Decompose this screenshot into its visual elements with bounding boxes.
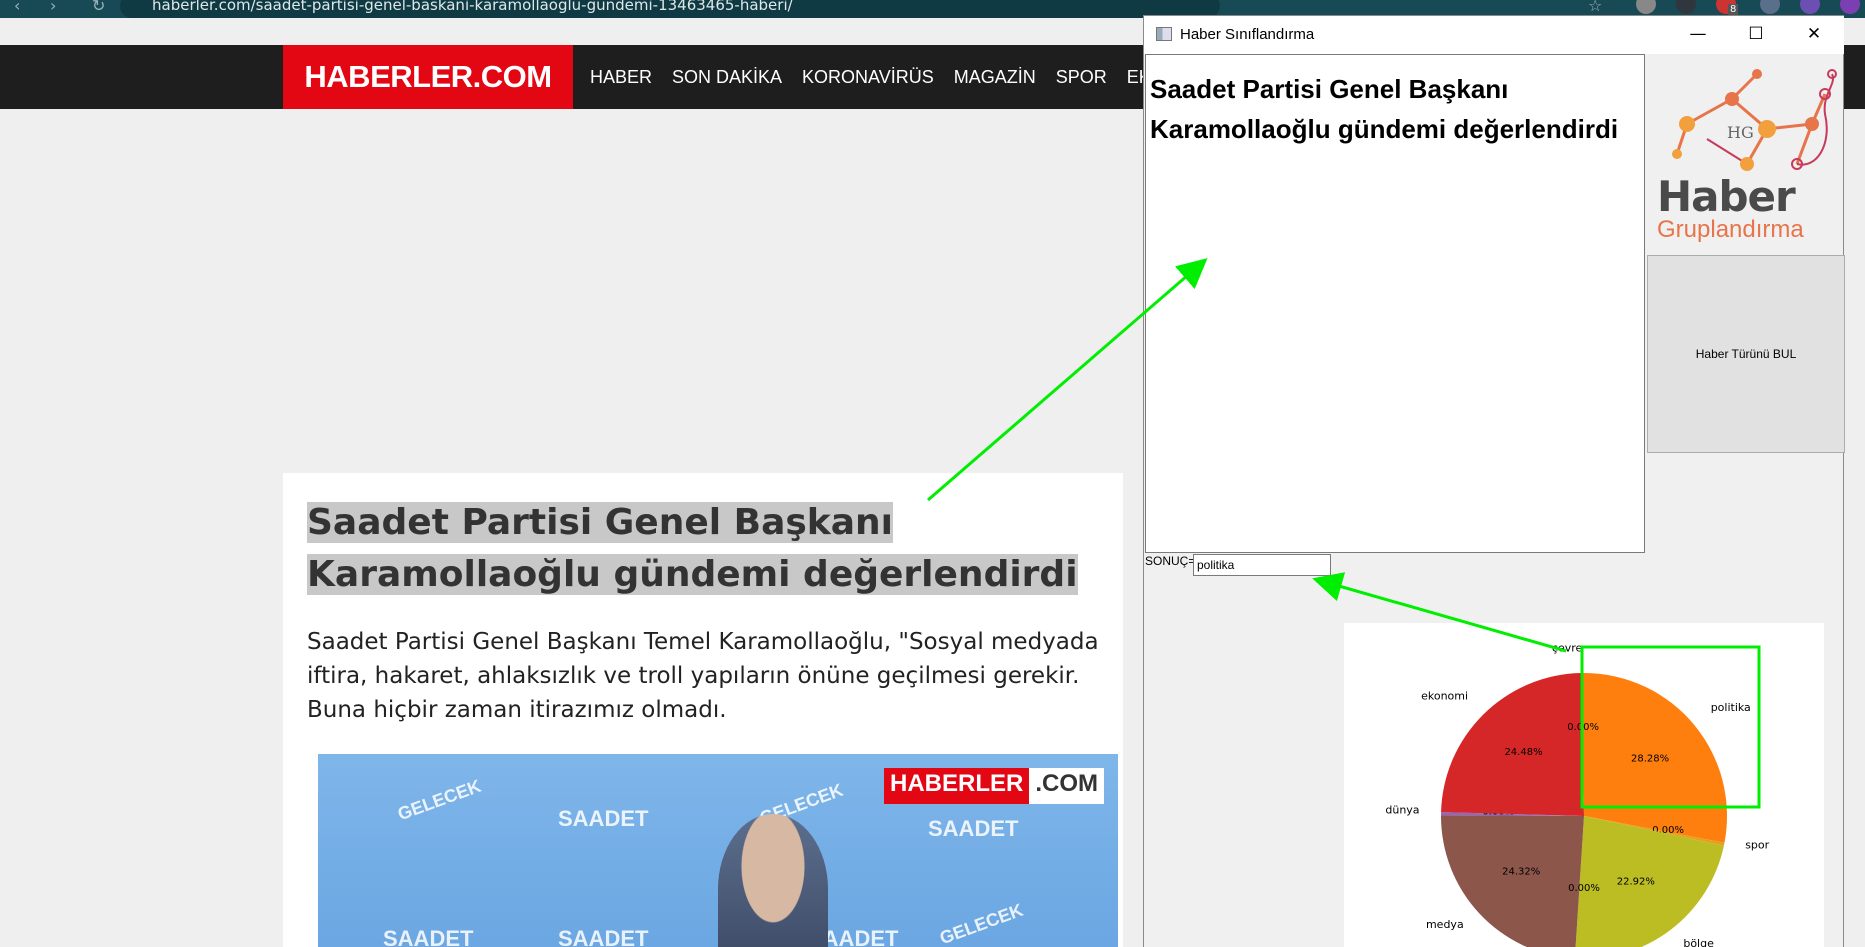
pie-percent-extra: 0.00% — [1568, 883, 1600, 894]
maximize-button[interactable]: ☐ — [1727, 16, 1785, 54]
pie-label-dünya: dünya — [1385, 803, 1419, 816]
pie-label-spor: spor — [1745, 838, 1769, 851]
address-bar[interactable]: haberler.com/saadet-partisi-genel-baskan… — [120, 0, 1220, 18]
forward-icon[interactable]: › — [50, 0, 56, 15]
headline-line-2: Karamollaoğlu gündemi değerlendirdi — [307, 554, 1078, 595]
menu-item-koronavirus[interactable]: KORONAVİRÜS — [802, 67, 934, 88]
photo-logo-white: .COM — [1029, 768, 1104, 804]
pie-chart-svg: politika 28.28% spor 0.00% bölge 22.92% medya 2… — [1385, 642, 1770, 947]
menu-item-magazin[interactable]: MAGAZİN — [954, 67, 1036, 88]
article-photo[interactable]: GELECEK SAADET GELECEK SAADET GELECEK SA… — [318, 754, 1118, 947]
profile-avatar[interactable] — [1840, 0, 1860, 14]
pie-label-medya: medya — [1426, 918, 1464, 931]
reload-icon[interactable]: ↻ — [92, 0, 105, 15]
brand-logo: HG Haber Gruplandırma — [1647, 54, 1843, 266]
sync-icon[interactable] — [1800, 0, 1820, 14]
result-field[interactable] — [1193, 554, 1331, 576]
puzzle-icon[interactable] — [1760, 0, 1780, 14]
article-summary: Saadet Partisi Genel Başkanı Temel Karam… — [307, 629, 1099, 723]
photo-watermark: SAADET — [928, 816, 1019, 841]
photo-watermark: SAADET — [558, 806, 649, 831]
pie-label-ekonomi: ekonomi — [1421, 689, 1468, 702]
photo-logo-red: HABERLER — [883, 768, 1030, 804]
extension-icon[interactable] — [1636, 0, 1656, 14]
notification-count: 8 — [1728, 4, 1739, 15]
back-icon[interactable]: ‹ — [14, 0, 20, 15]
headline-line-1: Saadet Partisi Genel Başkanı — [307, 502, 894, 543]
news-text-content: Saadet Partisi Genel Başkanı Karamollaoğ… — [1150, 74, 1619, 144]
menu-item-son-dakika[interactable]: SON DAKİKA — [672, 67, 782, 88]
news-text-area[interactable]: Saadet Partisi Genel Başkanı Karamollaoğ… — [1145, 54, 1645, 553]
site-logo[interactable]: HABERLER.COM — [283, 45, 573, 109]
menu-item-haber[interactable]: HABER — [590, 67, 652, 88]
article-headline: Saadet Partisi Genel Başkanı Karamollaoğ… — [307, 497, 1117, 601]
close-button[interactable]: ✕ — [1785, 16, 1843, 54]
pie-percent-medya: 24.32% — [1502, 866, 1540, 877]
photo-logo: HABERLER .COM — [883, 768, 1104, 804]
pie-percent-bölge: 22.92% — [1617, 876, 1655, 887]
extension-icon[interactable] — [1676, 0, 1696, 14]
photo-watermark: SAADET — [558, 926, 649, 947]
pie-label-politika: politika — [1711, 701, 1751, 714]
bookmark-star-icon[interactable]: ☆ — [1588, 0, 1602, 15]
speaker-figure — [718, 814, 828, 947]
pie-percent-ekonomi: 24.48% — [1504, 747, 1542, 758]
photo-watermark: GELECEK — [395, 775, 484, 825]
site-menu: HABER SON DAKİKA KORONAVİRÜS MAGAZİN SPO… — [590, 45, 1171, 109]
pie-label-çevre: çevre — [1552, 642, 1583, 655]
find-news-type-button[interactable]: Haber Türünü BUL — [1647, 255, 1845, 453]
pie-label-bölge: bölge — [1683, 937, 1714, 947]
pie-percent-politika: 28.28% — [1631, 753, 1669, 764]
brand-title: Haber — [1657, 172, 1796, 221]
photo-watermark: SAADET — [383, 926, 474, 947]
photo-watermark: GELECEK — [937, 899, 1026, 947]
brand-monogram: HG — [1727, 123, 1754, 142]
window-titlebar[interactable]: Haber Sınıflandırma — ☐ ✕ — [1144, 16, 1844, 54]
brand-subtitle: Gruplandırma — [1657, 216, 1804, 243]
classifier-window: Haber Sınıflandırma — ☐ ✕ Saadet Partisi… — [1143, 15, 1845, 947]
window-title: Haber Sınıflandırma — [1180, 26, 1315, 43]
menu-item-spor[interactable]: SPOR — [1056, 67, 1107, 88]
app-icon — [1156, 27, 1172, 41]
category-pie-chart: politika 28.28% spor 0.00% bölge 22.92% medya 2… — [1344, 623, 1824, 947]
result-label: SONUÇ= — [1145, 554, 1196, 568]
minimize-button[interactable]: — — [1669, 16, 1727, 54]
article-card: Saadet Partisi Genel Başkanı Karamollaoğ… — [283, 473, 1123, 947]
